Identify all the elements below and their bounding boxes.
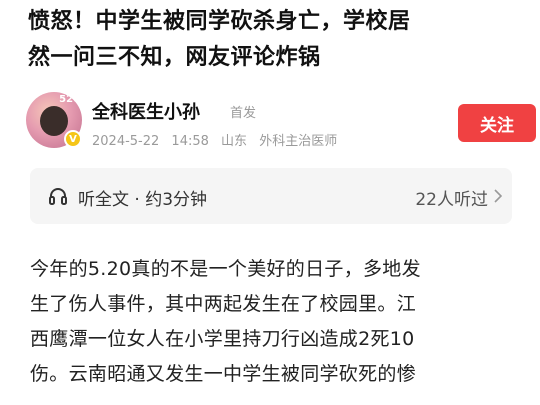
author-meta: 2024-5-22 14:58 山东 外科主治医师 xyxy=(92,130,345,149)
author-name[interactable]: 全科医生小孙 xyxy=(92,98,200,124)
headline-line-1: 愤怒！中学生被同学砍杀身亡，学校居 xyxy=(28,9,411,34)
author-row: 520 V 全科医生小孙 首发 2024-5-22 14:58 山东 外科主治医… xyxy=(26,92,536,156)
v-verified-icon: V xyxy=(64,130,82,148)
body-line-2: 生了伤人事件，其中两起发生在了校园里。江 xyxy=(30,293,417,315)
article-page: 愤怒！中学生被同学砍杀身亡，学校居 然一问三不知，网友评论炸锅 520 V 全科… xyxy=(0,0,540,405)
chevron-right-icon xyxy=(494,189,502,203)
author-title: 外科主治医师 xyxy=(259,134,338,149)
body-line-1: 今年的5.20真的不是一个美好的日子，多地发 xyxy=(30,258,421,280)
post-location: 山东 xyxy=(221,134,248,149)
listen-full-text-bar[interactable]: 听全文 · 约3分钟 22人听过 xyxy=(30,168,512,224)
headphone-icon xyxy=(49,188,67,205)
article-body: 今年的5.20真的不是一个美好的日子，多地发 生了伤人事件，其中两起发生在了校园… xyxy=(30,252,514,392)
headline-line-2: 然一问三不知，网友评论炸锅 xyxy=(28,45,321,70)
avatar-face xyxy=(40,106,68,136)
avatar-tag: 520 xyxy=(59,94,80,105)
post-time: 14:58 xyxy=(171,134,209,149)
post-date: 2024-5-22 xyxy=(92,134,160,149)
listen-count: 22人听过 xyxy=(415,190,488,210)
body-line-3: 西鹰潭一位女人在小学里持刀行凶造成2死10 xyxy=(30,328,415,350)
listen-label: 听全文 · 约3分钟 xyxy=(78,190,208,210)
body-line-4: 伤。云南昭通又发生一中学生被同学砍死的惨 xyxy=(30,363,417,385)
first-post-badge: 首发 xyxy=(230,106,257,121)
article-headline: 愤怒！中学生被同学砍杀身亡，学校居 然一问三不知，网友评论炸锅 xyxy=(28,4,518,76)
follow-button[interactable]: 关注 xyxy=(458,104,536,142)
